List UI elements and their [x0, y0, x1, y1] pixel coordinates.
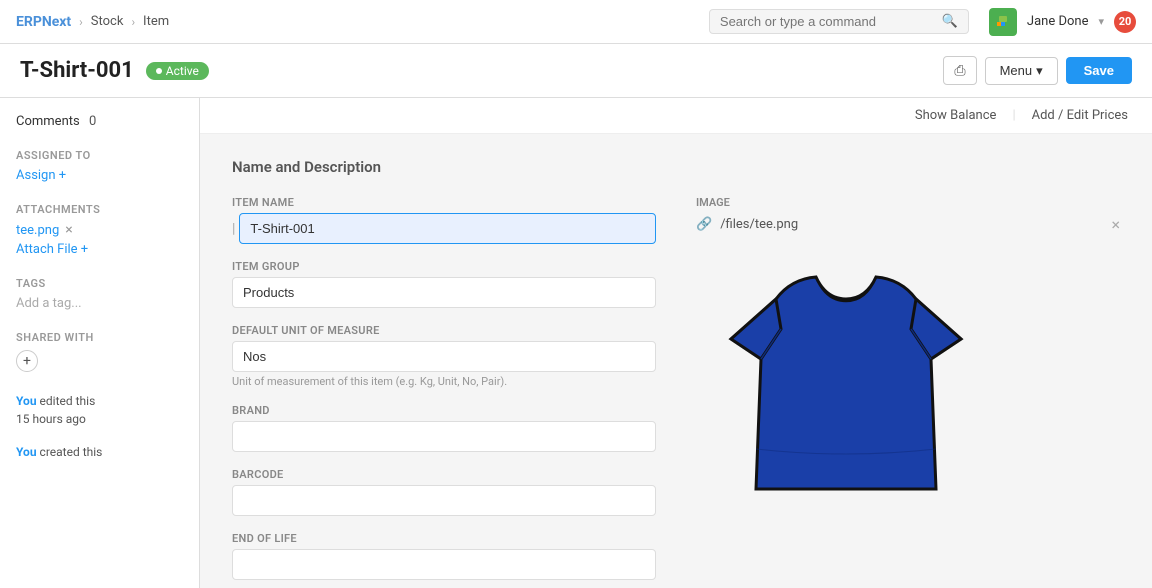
sidebar-attachments: ATTACHMENTS tee.png × Attach File + — [16, 203, 183, 257]
add-shared-button[interactable]: + — [16, 350, 38, 372]
uom-help: Unit of measurement of this item (e.g. K… — [232, 375, 656, 388]
tags-label: TAGS — [16, 277, 183, 290]
breadcrumb-sep-2: › — [131, 15, 135, 29]
end-of-life-input[interactable] — [232, 549, 656, 580]
form-grid: Item Name | Item Group Default Unit of M… — [232, 196, 1120, 588]
breadcrumb-sep-1: › — [79, 15, 83, 29]
link-icon: 🔗 — [696, 217, 712, 232]
activity-item-1: You edited this 15 hours ago — [16, 392, 183, 428]
brand-input[interactable] — [232, 421, 656, 452]
content-area: Show Balance | Add / Edit Prices Name an… — [200, 98, 1152, 588]
remove-image-button[interactable]: × — [1111, 215, 1120, 234]
user-name[interactable]: Jane Done — [1027, 14, 1089, 29]
doc-actions: ⎙ Menu ▾ Save — [943, 56, 1132, 85]
brand-logo[interactable]: ERPNext — [16, 14, 71, 30]
navbar: ERPNext › Stock › Item 🔍 Jane Done ▾ 20 — [0, 0, 1152, 44]
attach-file-button[interactable]: Attach File + — [16, 242, 88, 257]
add-edit-prices-button[interactable]: Add / Edit Prices — [1032, 108, 1128, 123]
product-image — [696, 244, 996, 514]
image-label: Image — [696, 196, 1120, 209]
tshirt-svg — [701, 249, 991, 509]
print-button[interactable]: ⎙ — [943, 56, 976, 85]
barcode-input[interactable] — [232, 485, 656, 516]
breadcrumb-stock[interactable]: Stock — [91, 14, 124, 29]
form-left-col: Item Name | Item Group Default Unit of M… — [232, 196, 656, 588]
item-group-group: Item Group — [232, 260, 656, 308]
sidebar-shared-with: SHARED WITH + — [16, 331, 183, 372]
activity-edited: edited this — [40, 394, 96, 408]
status-dot — [156, 68, 162, 74]
activity-item-2: You created this — [16, 443, 183, 461]
doc-header: T-Shirt-001 Active ⎙ Menu ▾ Save — [0, 44, 1152, 98]
notification-badge[interactable]: 20 — [1114, 11, 1136, 33]
brand-label: Brand — [232, 404, 656, 417]
attachments-label: ATTACHMENTS — [16, 203, 183, 216]
uom-group: Default Unit of Measure Unit of measurem… — [232, 324, 656, 388]
content-body: Name and Description Item Name | Item Gr… — [200, 134, 1152, 588]
uom-input[interactable] — [232, 341, 656, 372]
brand-group: Brand — [232, 404, 656, 452]
search-icon: 🔍 — [942, 14, 958, 29]
chevron-icon: ▾ — [1036, 63, 1043, 79]
search-input[interactable] — [720, 14, 936, 29]
shared-with-label: SHARED WITH — [16, 331, 183, 344]
status-badge: Active — [146, 62, 209, 80]
sidebar-comments: Comments 0 — [16, 114, 183, 129]
save-button[interactable]: Save — [1066, 57, 1132, 84]
activity-time-1: 15 hours ago — [16, 412, 86, 426]
remove-attachment-icon[interactable]: × — [65, 222, 72, 238]
add-tag-input[interactable]: Add a tag... — [16, 296, 82, 311]
show-balance-button[interactable]: Show Balance — [915, 108, 997, 123]
image-section: Image 🔗 /files/tee.png × — [696, 196, 1120, 588]
cursor-icon: | — [232, 221, 235, 237]
item-name-label: Item Name — [232, 196, 656, 209]
chevron-down-icon: ▾ — [1098, 15, 1104, 28]
barcode-label: Barcode — [232, 468, 656, 481]
sidebar-activity: You edited this 15 hours ago You created… — [16, 392, 183, 461]
menu-label: Menu — [1000, 63, 1033, 78]
image-path-text: /files/tee.png — [720, 217, 798, 232]
comments-count: 0 — [89, 114, 96, 129]
attachment-link[interactable]: tee.png — [16, 223, 59, 238]
activity-created: created this — [40, 445, 103, 459]
assigned-to-label: ASSIGNED TO — [16, 149, 183, 162]
activity-you-1: You — [16, 394, 37, 408]
navbar-right: Jane Done ▾ 20 — [989, 8, 1136, 36]
section-title: Name and Description — [232, 158, 1120, 176]
attachment-item: tee.png × — [16, 222, 183, 238]
activity-you-2: You — [16, 445, 37, 459]
breadcrumb-item[interactable]: Item — [143, 14, 169, 29]
image-path-row: 🔗 /files/tee.png × — [696, 215, 1120, 234]
comments-label: Comments — [16, 114, 80, 129]
toolbar-divider: | — [1012, 108, 1015, 123]
main-layout: Comments 0 ASSIGNED TO Assign + ATTACHME… — [0, 98, 1152, 588]
barcode-group: Barcode — [232, 468, 656, 516]
status-label: Active — [166, 64, 199, 78]
end-of-life-label: End of Life — [232, 532, 656, 545]
sidebar: Comments 0 ASSIGNED TO Assign + ATTACHME… — [0, 98, 200, 588]
menu-button[interactable]: Menu ▾ — [985, 57, 1058, 85]
item-name-group: Item Name | — [232, 196, 656, 244]
item-name-input[interactable] — [239, 213, 656, 244]
end-of-life-group: End of Life — [232, 532, 656, 580]
sidebar-tags: TAGS Add a tag... — [16, 277, 183, 311]
item-group-label: Item Group — [232, 260, 656, 273]
page-title: T-Shirt-001 — [20, 58, 134, 83]
avatar — [989, 8, 1017, 36]
search-bar[interactable]: 🔍 — [709, 9, 969, 34]
assign-button[interactable]: Assign + — [16, 168, 66, 183]
item-group-input[interactable] — [232, 277, 656, 308]
sidebar-assigned-to: ASSIGNED TO Assign + — [16, 149, 183, 183]
content-toolbar: Show Balance | Add / Edit Prices — [200, 98, 1152, 134]
uom-label: Default Unit of Measure — [232, 324, 656, 337]
